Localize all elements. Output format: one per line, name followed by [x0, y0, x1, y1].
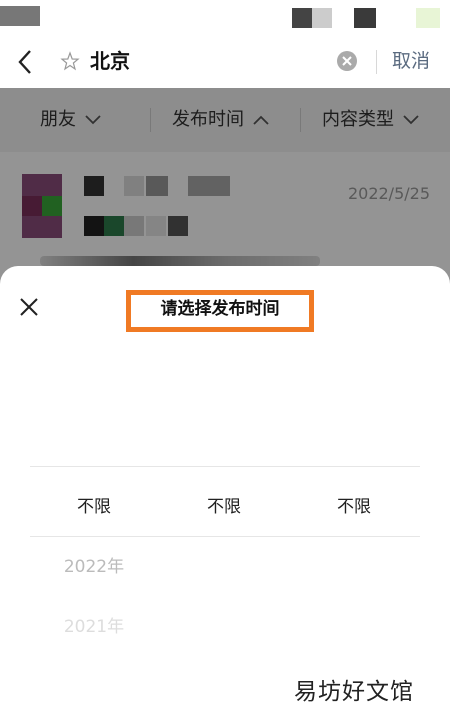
status-bar — [0, 0, 450, 36]
status-pixel — [312, 8, 332, 28]
dim-overlay[interactable] — [0, 88, 450, 288]
close-icon[interactable] — [18, 296, 40, 318]
back-arrow-icon[interactable] — [14, 48, 38, 76]
picker-divider — [30, 536, 420, 537]
watermark-text: 易坊好文馆 — [294, 679, 414, 705]
status-pixel — [416, 8, 440, 28]
picker-column-year[interactable]: 不限 — [44, 492, 144, 517]
search-header: 北京 取消 — [0, 36, 450, 88]
status-pixel — [292, 8, 312, 28]
time-picker-sheet: 请选择发布时间 不限 不限 不限 2022年 2021年 — [0, 266, 450, 720]
picker-column-month[interactable]: 不限 — [174, 492, 274, 517]
status-pixel — [354, 8, 376, 28]
picker-divider — [30, 466, 420, 467]
star-icon — [60, 51, 80, 71]
sheet-title: 请选择发布时间 — [160, 299, 280, 319]
cancel-button[interactable]: 取消 — [392, 46, 430, 76]
watermark: 易坊好文馆 — [294, 672, 444, 708]
picker-column-day[interactable]: 不限 — [304, 492, 404, 517]
divider — [376, 50, 377, 74]
picker-option-year[interactable]: 2021年 — [44, 612, 144, 637]
status-pixel — [0, 6, 40, 26]
clear-icon[interactable] — [336, 50, 358, 72]
title-highlight-box: 请选择发布时间 — [126, 290, 314, 332]
picker-option-year[interactable]: 2022年 — [44, 552, 144, 577]
search-query[interactable]: 北京 — [90, 46, 130, 76]
